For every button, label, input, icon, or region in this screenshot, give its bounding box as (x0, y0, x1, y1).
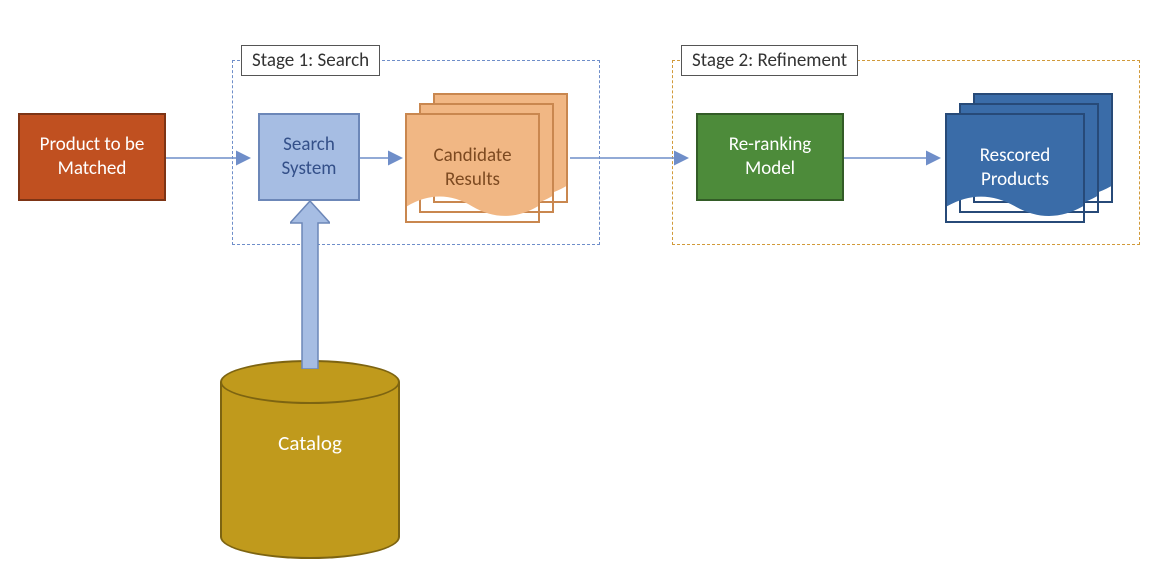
product-node: Product to be Matched (18, 113, 166, 201)
document-icon: Candidate Results (405, 113, 540, 223)
search-system-node: Search System (258, 113, 360, 201)
reranking-model-node: Re-ranking Model (696, 113, 844, 201)
cylinder-icon (220, 360, 400, 404)
cylinder-icon (220, 515, 400, 559)
document-icon: Rescored Products (945, 113, 1085, 223)
product-label: Product to be Matched (26, 133, 158, 181)
stage-1-label: Stage 1: Search (241, 45, 380, 76)
candidate-results-node: Candidate Results (405, 93, 570, 223)
search-system-label: Search System (266, 133, 352, 181)
candidate-results-label: Candidate Results (407, 115, 538, 221)
reranking-model-label: Re-ranking Model (704, 133, 836, 181)
stage-2-label: Stage 2: Refinement (681, 45, 858, 76)
catalog-node: Catalog (220, 360, 400, 555)
rescored-products-label: Rescored Products (947, 115, 1083, 221)
rescored-products-node: Rescored Products (945, 93, 1120, 223)
catalog-label: Catalog (220, 430, 400, 456)
cylinder-icon (220, 382, 400, 537)
